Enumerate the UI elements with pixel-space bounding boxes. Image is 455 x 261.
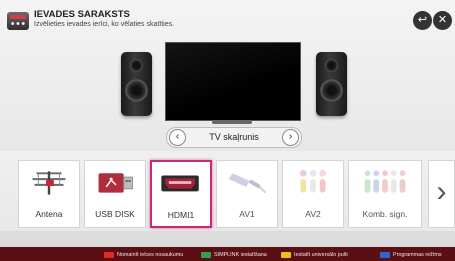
blue-key-icon xyxy=(380,251,390,258)
input-label: AV2 xyxy=(305,209,321,219)
input-list-icon xyxy=(7,12,29,30)
sound-output-label: TV skaļrunis xyxy=(209,132,259,142)
sound-next-button[interactable]: › xyxy=(282,129,299,146)
hint-label: Iestatīt universālo pulti xyxy=(294,251,348,258)
av-cable-icon xyxy=(228,173,267,194)
input-tile-usb-disk[interactable]: USB DISK xyxy=(84,160,146,228)
scroll-right-button[interactable]: › xyxy=(428,160,455,228)
input-tile-component[interactable]: Komb. sign. xyxy=(348,160,422,228)
right-speaker-image xyxy=(316,52,347,116)
simplink-settings-hint[interactable]: SIMPLINK iestatīšana xyxy=(201,250,267,259)
page-title: IEVADES SARAKSTS xyxy=(34,9,130,20)
tv-stand xyxy=(212,120,252,124)
sound-output-selector: ‹ TV skaļrunis › xyxy=(166,127,302,148)
input-label: AV1 xyxy=(239,209,255,219)
page-subtitle: Izvēlieties ievades ierīci, ko vēlaties … xyxy=(34,21,175,28)
back-button[interactable]: ↩ xyxy=(413,11,432,30)
input-label: HDMI1 xyxy=(167,210,195,220)
close-icon: ✕ xyxy=(437,14,448,26)
yellow-key-icon xyxy=(281,251,291,258)
usb-icon xyxy=(98,173,133,193)
left-speaker-image xyxy=(121,52,152,116)
input-tile-av2[interactable]: AV2 xyxy=(282,160,344,228)
back-arrow-icon: ↩ xyxy=(417,14,428,26)
footer-hint-bar: Nomainīt ielces nosaukumu SIMPLINK iesta… xyxy=(0,247,455,261)
header: IEVADES SARAKSTS Izvēlieties ievades ier… xyxy=(0,0,455,40)
close-button[interactable]: ✕ xyxy=(433,11,452,30)
tv-screen-image xyxy=(165,42,301,121)
hint-label: SIMPLINK iestatīšana xyxy=(214,251,267,258)
program-mode-hint[interactable]: Programmas režīms xyxy=(380,250,442,259)
universal-remote-hint[interactable]: Iestatīt universālo pulti xyxy=(281,250,348,259)
sound-prev-button[interactable]: ‹ xyxy=(169,129,186,146)
av-connector-icon xyxy=(299,169,327,193)
input-label: Komb. sign. xyxy=(362,209,408,219)
rename-input-hint[interactable]: Nomainīt ielces nosaukumu xyxy=(104,250,183,259)
antenna-icon xyxy=(32,171,66,195)
input-tile-antena[interactable]: Antena xyxy=(18,160,80,228)
input-tile-hdmi1[interactable]: HDMI1 xyxy=(150,160,212,228)
hint-label: Programmas režīms xyxy=(393,251,442,258)
red-key-icon xyxy=(104,251,114,258)
hint-label: Nomainīt ielces nosaukumu xyxy=(117,251,184,258)
input-label: USB DISK xyxy=(95,209,135,219)
input-tile-av1[interactable]: AV1 xyxy=(216,160,278,228)
input-label: Antena xyxy=(35,209,63,219)
component-connector-icon xyxy=(364,170,406,193)
green-key-icon xyxy=(201,251,211,258)
hdmi-icon xyxy=(161,175,199,192)
